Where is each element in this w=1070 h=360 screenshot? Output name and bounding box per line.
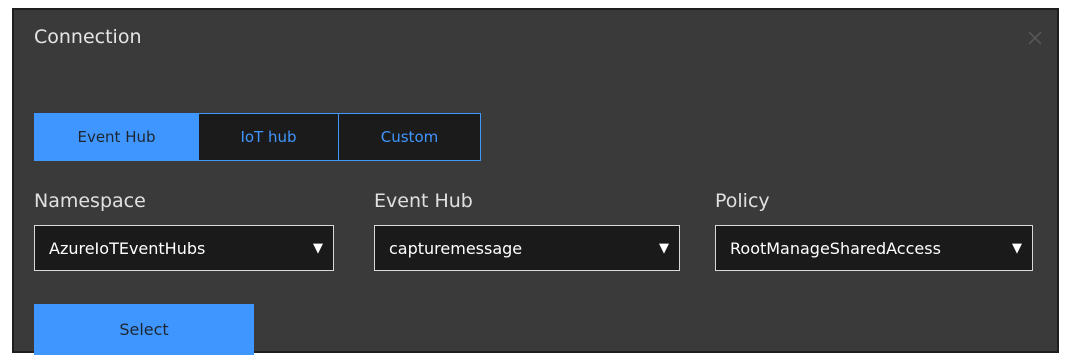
tab-custom[interactable]: Custom: [339, 113, 481, 161]
policy-dropdown[interactable]: RootManageSharedAccess ▼: [715, 225, 1033, 271]
event-hub-value: capturemessage: [389, 238, 523, 258]
namespace-label: Namespace: [34, 190, 146, 212]
connection-dialog: Connection Event Hub IoT hub Custom Name…: [12, 8, 1059, 355]
event-hub-label: Event Hub: [374, 190, 473, 212]
chevron-down-icon: ▼: [1012, 240, 1022, 256]
policy-label: Policy: [715, 190, 770, 212]
tab-event-hub[interactable]: Event Hub: [34, 113, 199, 161]
event-hub-dropdown[interactable]: capturemessage ▼: [374, 225, 680, 271]
policy-value: RootManageSharedAccess: [730, 238, 941, 258]
namespace-dropdown[interactable]: AzureIoTEventHubs ▼: [34, 225, 334, 271]
close-icon[interactable]: [1027, 30, 1043, 46]
namespace-value: AzureIoTEventHubs: [49, 238, 206, 258]
select-button[interactable]: Select: [34, 304, 254, 355]
chevron-down-icon: ▼: [313, 240, 323, 256]
tab-iot-hub[interactable]: IoT hub: [199, 113, 339, 161]
connection-type-tabs: Event Hub IoT hub Custom: [34, 113, 481, 161]
chevron-down-icon: ▼: [659, 240, 669, 256]
dialog-title: Connection: [34, 26, 142, 48]
